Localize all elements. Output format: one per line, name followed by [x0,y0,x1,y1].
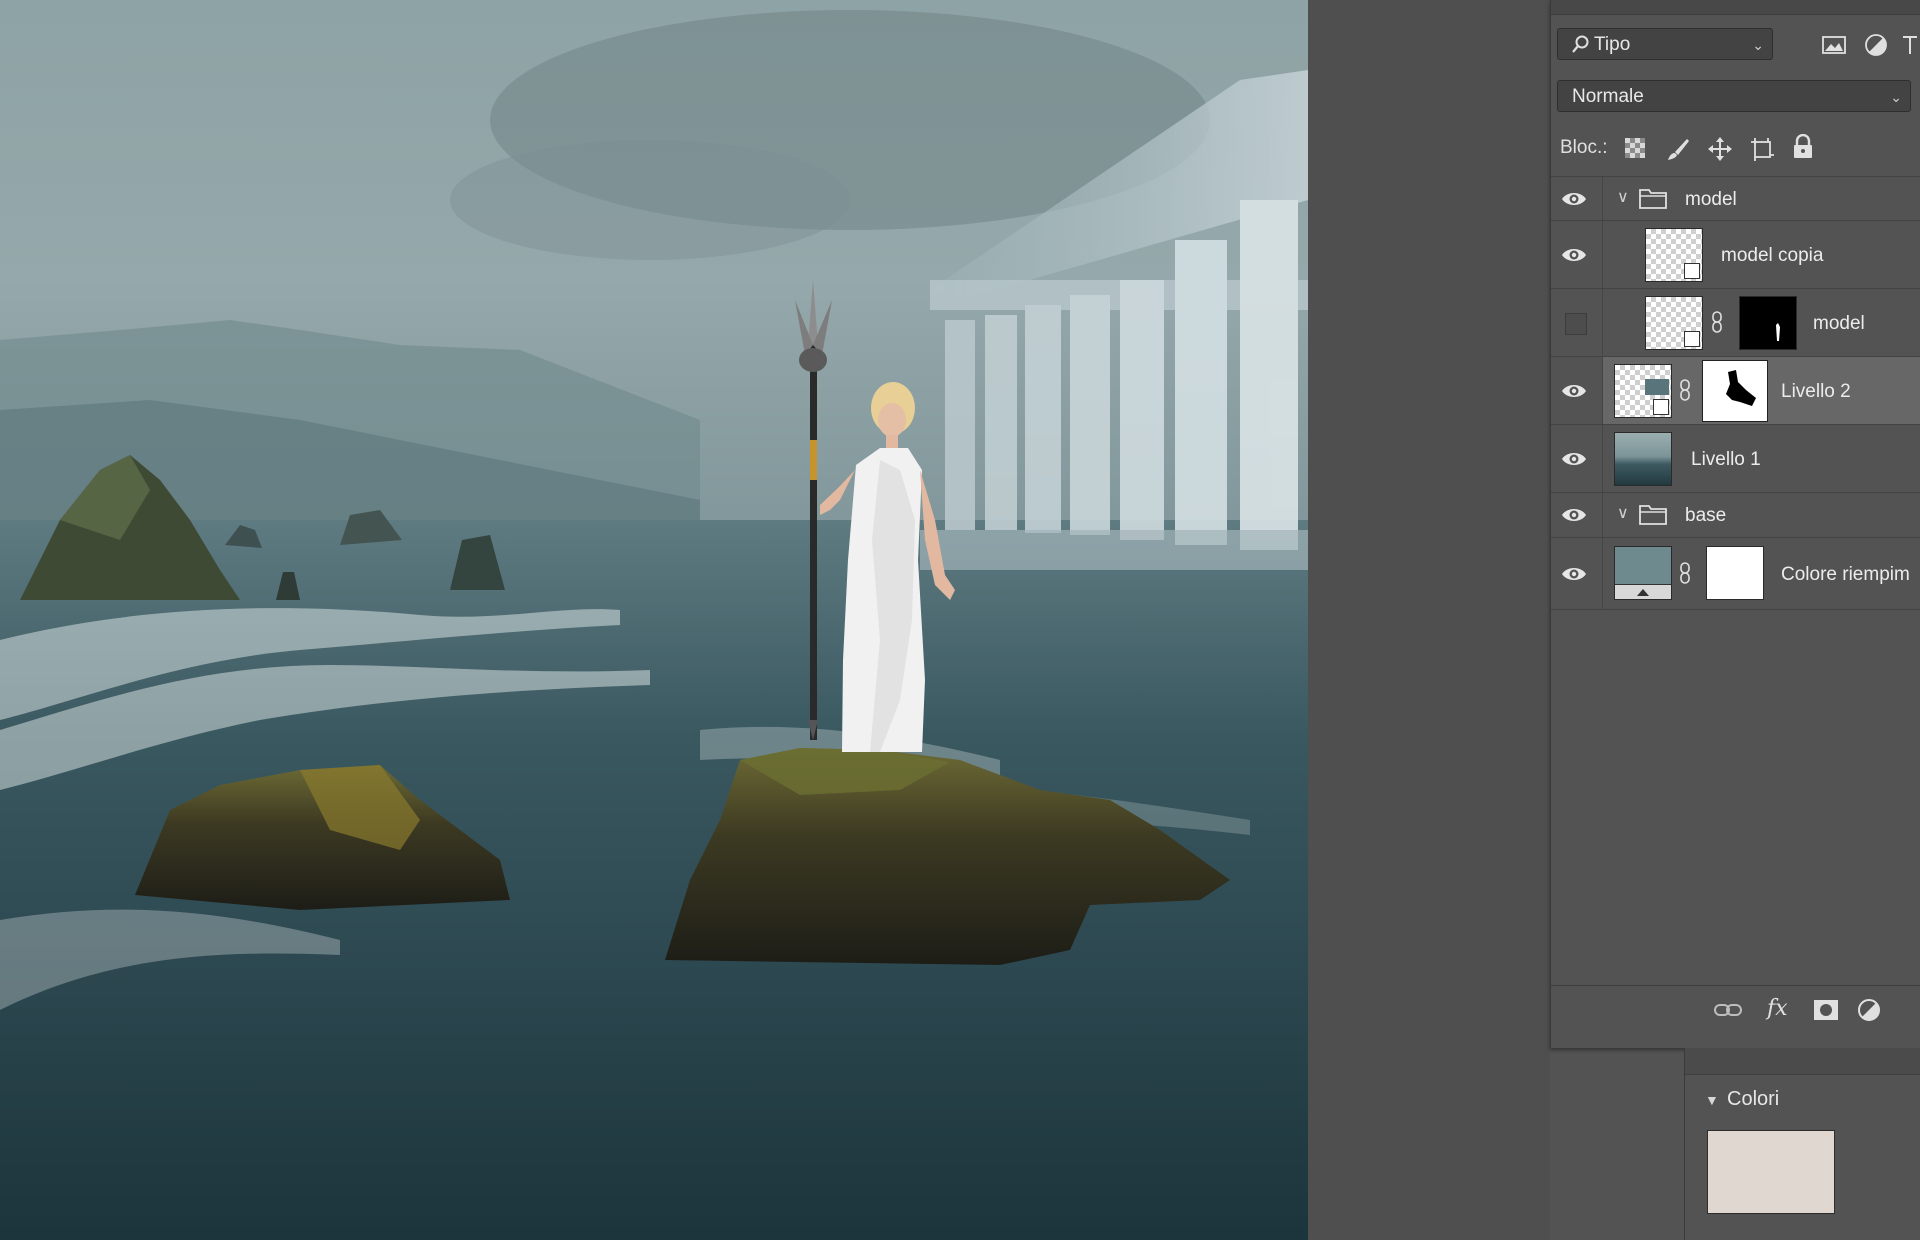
lock-all-icon[interactable] [1791,133,1817,160]
layer-name: Livello 1 [1691,449,1761,470]
image-filter-icon[interactable] [1821,32,1847,58]
mask-link-icon[interactable] [1679,562,1691,584]
eye-icon[interactable] [1561,246,1587,264]
layer-thumbnail [1645,296,1703,350]
lock-label: Bloc.: [1560,137,1608,158]
layer-thumbnail [1614,364,1672,418]
layer-row-model-group[interactable]: ∨ model [1551,176,1920,221]
adjustment-filter-icon[interactable] [1863,32,1889,58]
smart-object-icon [1684,263,1700,279]
layer-name: model copia [1721,245,1824,266]
folder-icon [1639,505,1667,525]
layer-row-model-copia[interactable]: model copia [1551,221,1920,289]
eye-icon[interactable] [1561,506,1587,524]
collapse-triangle-icon[interactable]: ▼ [1705,1092,1719,1108]
lock-position-icon[interactable] [1707,136,1733,162]
mask-link-icon[interactable] [1711,311,1723,333]
blend-mode-dropdown[interactable]: Normale ⌄ [1557,80,1911,112]
layer-name: Colore riempim [1781,564,1910,585]
filter-kind-label: Tipo [1594,34,1631,55]
pasteboard [1308,0,1550,1240]
mask-link-icon[interactable] [1679,379,1691,401]
add-mask-icon[interactable] [1813,998,1839,1022]
layer-thumbnail [1645,228,1703,282]
layer-row-base-group[interactable]: ∨ base [1551,493,1920,538]
colors-panel: ▼ Colori [1684,1048,1920,1240]
blend-mode-label: Normale [1572,86,1644,107]
text-filter-icon[interactable] [1901,32,1917,58]
eye-icon[interactable] [1561,450,1587,468]
layer-name: model [1685,189,1737,210]
collapsed-panel-strip [1685,1048,1920,1075]
layer-row-model[interactable]: model [1551,289,1920,357]
color-swatch[interactable] [1707,1130,1835,1214]
lock-image-pixels-icon[interactable] [1665,136,1691,162]
fx-icon[interactable]: fx [1767,996,1788,1021]
fill-layer-thumbnail [1614,546,1672,600]
layer-mask-thumbnail[interactable] [1706,546,1764,600]
visibility-toggle-off[interactable] [1565,313,1587,335]
link-layers-icon[interactable] [1713,1000,1743,1020]
lock-artboard-icon[interactable] [1749,136,1775,162]
chevron-down-icon: ⌄ [1752,37,1764,53]
layer-mask-thumbnail[interactable] [1739,296,1797,350]
eye-icon[interactable] [1561,382,1587,400]
layer-row-livello-1[interactable]: Livello 1 [1551,425,1920,493]
smart-object-icon [1684,331,1700,347]
layer-row-livello-2[interactable]: Livello 2 [1551,357,1920,425]
layer-row-colore-riempim[interactable]: Colore riempim [1551,538,1920,610]
folder-icon [1639,189,1667,209]
eye-icon[interactable] [1561,565,1587,583]
eye-icon[interactable] [1561,190,1587,208]
layer-name: Livello 2 [1781,381,1851,402]
colors-panel-title[interactable]: Colori [1727,1088,1779,1111]
layer-thumbnail [1614,432,1672,486]
artwork [0,0,1308,1240]
lock-transparent-pixels-icon[interactable] [1623,136,1649,162]
layers-bottom-bar: fx [1551,985,1920,1036]
panel-tabs-strip [1551,0,1920,15]
layer-name: base [1685,505,1727,526]
adjustment-icon[interactable] [1857,998,1883,1024]
filter-kind-dropdown[interactable]: Tipo ⌄ [1557,28,1773,60]
chevron-down-icon[interactable]: ∨ [1617,503,1629,523]
chevron-down-icon: ⌄ [1890,89,1902,105]
document-canvas[interactable] [0,0,1308,1240]
chevron-down-icon[interactable]: ∨ [1617,187,1629,207]
layer-mask-thumbnail[interactable] [1702,360,1768,422]
smart-object-icon [1653,399,1669,415]
search-icon [1572,29,1590,72]
layer-name: model [1813,313,1865,334]
layers-panel: Tipo ⌄ Normale ⌄ Bloc.: ∨ model model co… [1550,0,1920,1048]
